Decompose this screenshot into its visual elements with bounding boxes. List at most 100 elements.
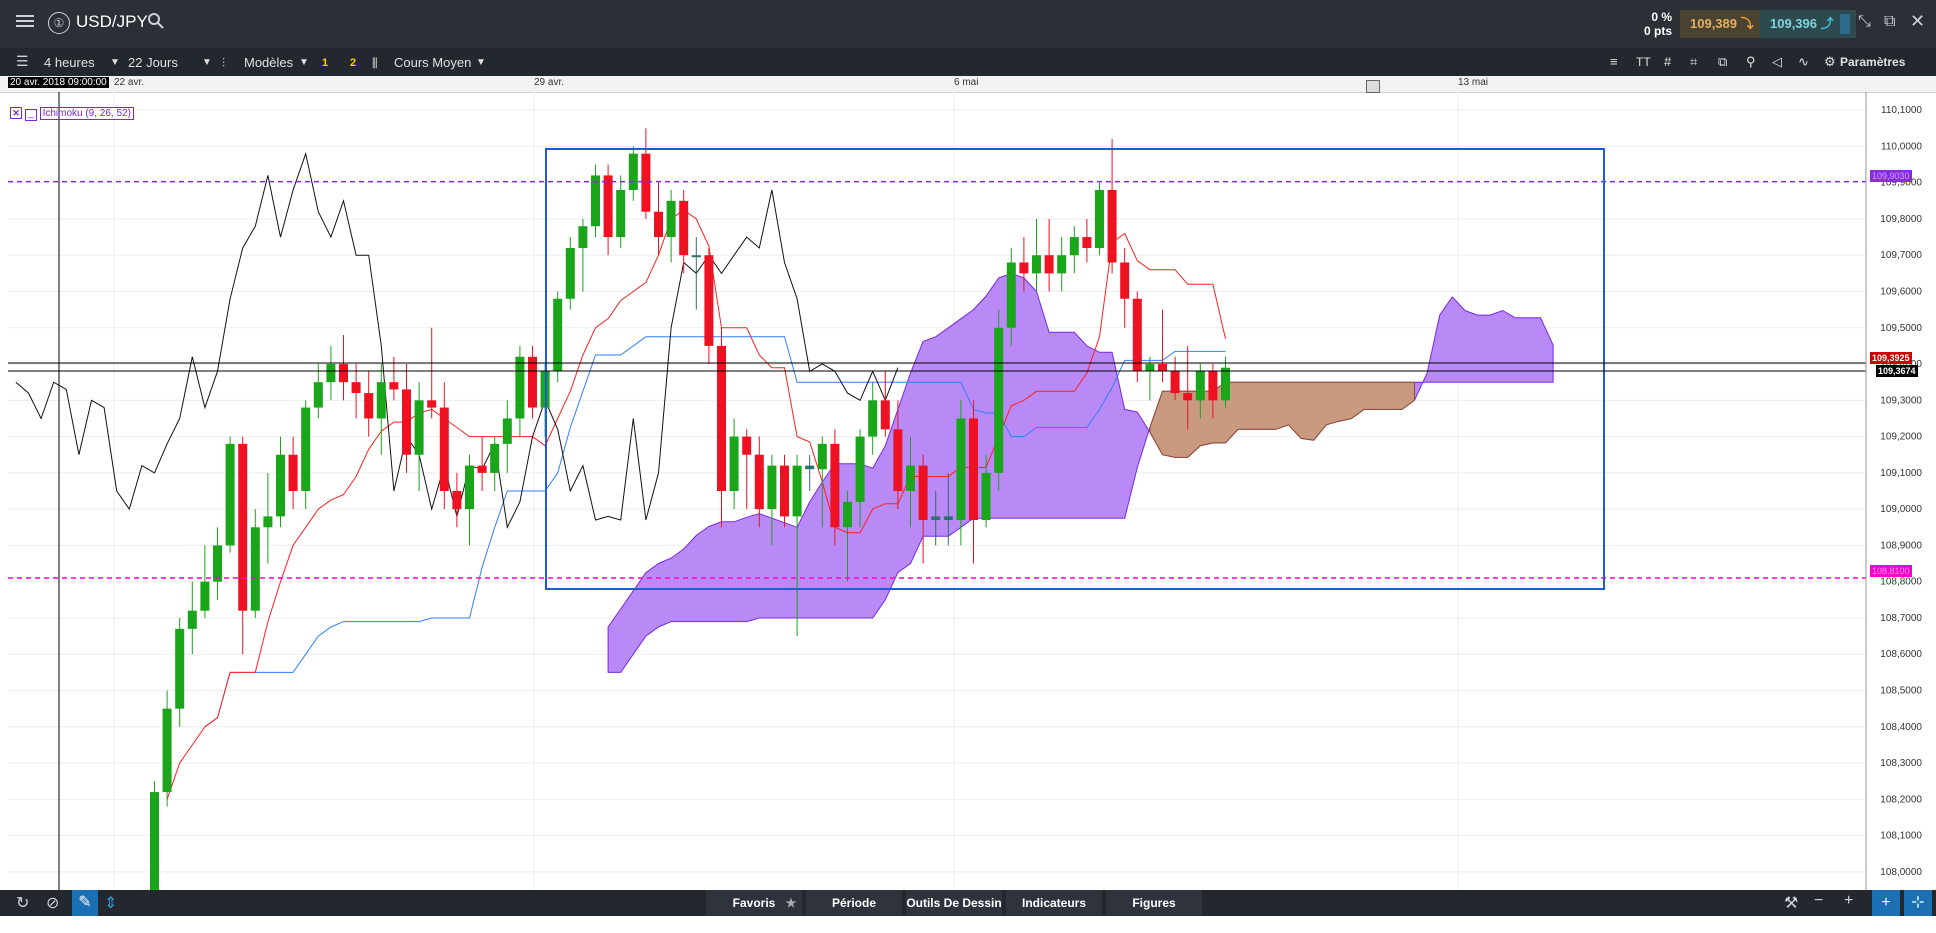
shrink-icon[interactable]: ⤡ — [1858, 13, 1871, 31]
candle-body — [628, 153, 638, 190]
candle-body — [1145, 364, 1155, 372]
change-percent: 0 % — [1651, 10, 1672, 24]
models-select[interactable]: Modèles — [244, 50, 293, 76]
zoom-in-icon[interactable]: + — [1844, 892, 1853, 910]
hline-label-lower: 108,8100 — [1870, 565, 1912, 577]
timeframe-select[interactable]: 4 heures — [44, 50, 95, 76]
candle-body — [1095, 189, 1104, 248]
chikou-span-line — [15, 151, 899, 529]
indicators-button[interactable]: Indicateurs — [1006, 890, 1102, 916]
gear-icon[interactable]: ⚙ — [1824, 49, 1836, 75]
y-tick-label: 109,5000 — [1880, 323, 1922, 334]
period-button[interactable]: Période — [806, 890, 902, 916]
settings-button[interactable]: Paramètres — [1840, 49, 1905, 75]
pin-icon[interactable]: ⚲ — [1746, 49, 1756, 75]
spread-icon[interactable] — [1840, 14, 1850, 34]
candle-body — [805, 465, 815, 470]
drawing-tools-button[interactable]: Outils De Dessin — [906, 890, 1002, 916]
date-tick: 22 avr. — [114, 77, 145, 88]
fit-icon[interactable]: ⊹ — [1904, 890, 1932, 916]
pencil-icon[interactable]: ✎ — [72, 890, 98, 916]
candle-body — [1132, 298, 1142, 372]
layers-icon[interactable]: ⧉ — [1718, 49, 1727, 75]
candle-body — [187, 610, 197, 629]
y-tick-label: 109,6000 — [1880, 287, 1922, 298]
y-tick-label: 109,2000 — [1880, 432, 1922, 443]
candle-body — [616, 189, 626, 238]
layout-2-button[interactable]: 2 — [350, 50, 356, 76]
date-tick: 29 avr. — [534, 77, 565, 88]
close-icon[interactable]: ✕ — [1910, 11, 1925, 32]
price-chart[interactable]: 110,1000110,0000109,9000109,8000109,7000… — [0, 92, 1936, 890]
candle-body — [1019, 262, 1029, 274]
range-select[interactable]: 22 Jours — [128, 50, 178, 76]
candle-body — [603, 175, 613, 238]
crosshair-icon[interactable]: + — [1872, 890, 1900, 916]
figures-button[interactable]: Figures — [1106, 890, 1202, 916]
price-type-select[interactable]: Cours Moyen — [394, 50, 471, 76]
candle-body — [263, 516, 273, 528]
candle-body — [1032, 255, 1041, 274]
candle-body — [591, 175, 600, 227]
wave-icon[interactable]: ∿ — [1798, 49, 1809, 75]
price-value: 109,3925 — [1872, 353, 1910, 363]
tools-icon[interactable]: ⚒ — [1784, 893, 1798, 913]
grid-icon[interactable]: # — [1664, 49, 1671, 75]
candle-body — [1120, 262, 1130, 299]
y-tick-label: 108,0000 — [1880, 867, 1922, 878]
align-icon[interactable]: ≡ — [1610, 49, 1618, 75]
candle-body — [641, 153, 651, 212]
candle-body — [817, 443, 827, 470]
arrow-down-icon: ⤵ — [1740, 16, 1754, 31]
date-axis: 20 avr. 2018 09:00:00 22 avr. 29 avr. 6 … — [0, 76, 1936, 93]
star-icon[interactable]: ★ — [780, 890, 802, 916]
info-icon[interactable]: ① — [48, 12, 70, 34]
y-tick-label: 109,3000 — [1880, 395, 1922, 406]
candle-body — [1069, 237, 1079, 256]
eraser-icon[interactable]: ◁ — [1772, 49, 1782, 75]
chevron-down-icon: ▼ — [299, 57, 309, 68]
cursor-date-label: 20 avr. 2018 09:00:00 — [8, 77, 109, 88]
candle-body — [376, 382, 386, 419]
symbol-title[interactable]: USD/JPY — [76, 12, 148, 32]
y-tick-label: 108,1000 — [1880, 831, 1922, 842]
change-points: 0 pts — [1643, 24, 1672, 38]
candle-body — [1006, 262, 1016, 328]
candle-body — [906, 465, 915, 491]
candle-body — [452, 491, 462, 510]
indicators-label: Indicateurs — [1021, 896, 1087, 910]
search-icon[interactable] — [148, 13, 164, 34]
figures-label: Figures — [1132, 896, 1176, 910]
candle-body — [679, 200, 689, 256]
arrow-up-icon: ⤴ — [1820, 16, 1834, 31]
y-tick-label: 109,0000 — [1880, 504, 1922, 515]
crosshair-grid-icon[interactable]: ⌗ — [1690, 49, 1697, 75]
candle-body — [213, 545, 222, 582]
list-icon[interactable]: ☰ — [16, 53, 29, 70]
candle-body — [1082, 237, 1092, 248]
hline-value: 108,8100 — [1872, 566, 1910, 576]
candle-body — [288, 454, 298, 491]
menu-icon[interactable] — [14, 13, 36, 34]
models-icon: ⫶ — [222, 56, 226, 70]
candle-body — [654, 211, 663, 238]
y-tick-label: 110,1000 — [1881, 105, 1922, 116]
candle-body — [313, 382, 323, 408]
collapse-indicator-icon[interactable]: _ — [24, 109, 37, 121]
chart-type-icon: ⫼ — [372, 56, 378, 70]
layout-1-button[interactable]: 1 — [322, 50, 328, 76]
remove-indicator-icon[interactable]: ✕ — [10, 107, 22, 119]
hline-value: 109,9030 — [1872, 171, 1910, 181]
refresh-icon[interactable]: ↻ — [16, 893, 29, 913]
cancel-icon[interactable]: ⊘ — [46, 893, 59, 913]
arrows-icon[interactable]: ⇕ — [104, 893, 117, 913]
bid-price: 109,389 — [1690, 16, 1737, 31]
zoom-out-icon[interactable]: − — [1814, 892, 1823, 910]
candle-body — [150, 792, 159, 890]
text-size-icon[interactable]: TT — [1636, 49, 1651, 75]
popout-icon[interactable]: ⧉ — [1884, 13, 1895, 31]
candle-body — [301, 407, 311, 491]
candle-body — [830, 443, 840, 528]
indicator-label[interactable]: Ichimoku (9, 26, 52) — [39, 107, 134, 120]
candle-body — [225, 443, 235, 546]
